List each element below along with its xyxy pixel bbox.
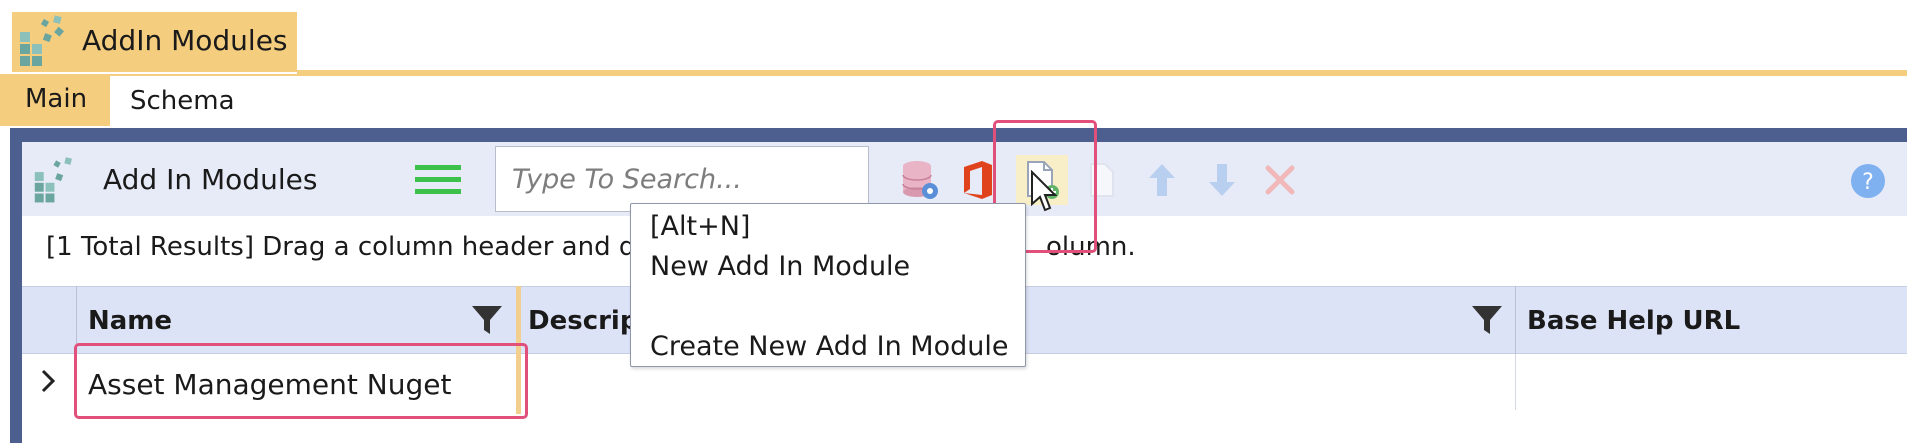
tab-main-label[interactable]: Main	[25, 84, 87, 114]
filter-icon[interactable]	[1470, 302, 1504, 338]
modules-icon	[18, 14, 74, 70]
tooltip-shortcut: [Alt+N]	[650, 211, 751, 242]
move-down-icon[interactable]	[1200, 157, 1244, 203]
tooltip-description: Create New Add In Module	[650, 331, 1009, 362]
column-header-name[interactable]: Name	[88, 306, 172, 336]
highlight-row-name	[74, 343, 528, 419]
chevron-right-icon[interactable]	[36, 366, 60, 396]
column-divider[interactable]	[1515, 286, 1516, 354]
cell-divider	[1515, 354, 1516, 410]
toolbar-title: Add In Modules	[103, 163, 318, 196]
modules-icon	[32, 156, 84, 206]
delete-icon[interactable]	[1258, 157, 1302, 203]
move-up-icon[interactable]	[1140, 157, 1184, 203]
hamburger-icon[interactable]	[413, 163, 463, 197]
search-placeholder[interactable]: Type To Search...	[512, 164, 742, 195]
tab-schema-label[interactable]: Schema	[130, 86, 235, 116]
window-title: AddIn Modules	[82, 24, 288, 57]
database-settings-icon[interactable]	[898, 157, 942, 203]
svg-text:?: ?	[1862, 170, 1874, 195]
tab-schema[interactable]	[110, 76, 1907, 126]
tooltip-title: New Add In Module	[650, 251, 911, 282]
column-header-base-help-url[interactable]: Base Help URL	[1527, 306, 1740, 336]
help-icon[interactable]: ?	[1846, 158, 1890, 204]
filter-icon[interactable]	[470, 302, 504, 338]
results-info: [1 Total Results] Drag a column header a…	[46, 232, 636, 262]
